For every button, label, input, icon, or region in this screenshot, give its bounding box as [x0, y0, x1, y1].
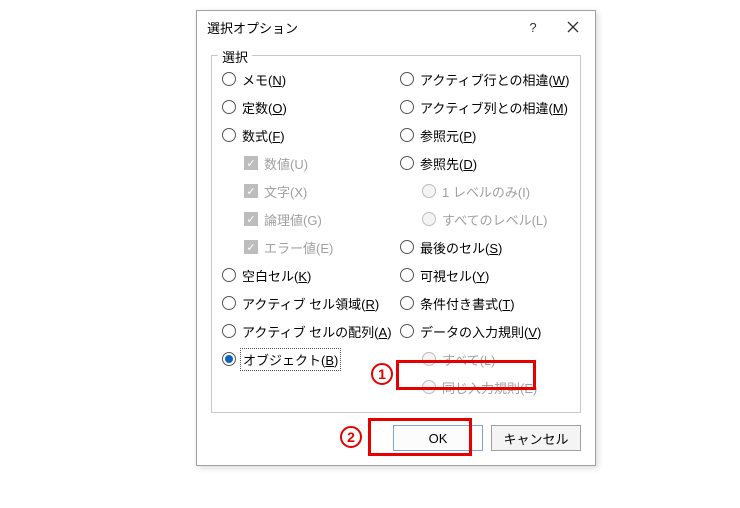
option-label: アクティブ行との相違(W): [420, 70, 569, 89]
options-left-column: メモ(N) 定数(O) 数式(F) ✓ 数値(U) ✓ 文字(X) ✓ 論理値(G) ✓ エラー値(…: [218, 66, 396, 400]
close-button[interactable]: [553, 12, 593, 42]
option-label: オブジェクト(B): [242, 350, 339, 369]
option-label: 最後のセル(S): [420, 238, 502, 257]
radio-icon: [222, 296, 236, 310]
radio-icon: [400, 72, 414, 86]
help-button[interactable]: ?: [513, 12, 553, 42]
option-right-3[interactable]: 参照先(D): [396, 150, 574, 176]
option-right-1[interactable]: アクティブ列との相違(M): [396, 94, 574, 120]
option-right-9[interactable]: データの入力規則(V): [396, 318, 574, 344]
dialog-title: 選択オプション: [207, 18, 513, 37]
option-left-4: ✓ 文字(X): [218, 178, 396, 204]
option-left-9[interactable]: アクティブ セルの配列(A): [218, 318, 396, 344]
radio-icon: [400, 296, 414, 310]
radio-icon: [222, 128, 236, 142]
radio-icon: [222, 324, 236, 338]
option-label: エラー値(E): [264, 238, 333, 257]
option-label: 可視セル(Y): [420, 266, 489, 285]
checkbox-icon: ✓: [244, 240, 258, 254]
radio-icon: [400, 128, 414, 142]
option-right-5: すべてのレベル(L): [396, 206, 574, 232]
option-label: 参照先(D): [420, 154, 477, 173]
radio-icon: [222, 268, 236, 282]
group-legend: 選択: [218, 47, 252, 66]
select-group: 選択 メモ(N)定数(O)数式(F)✓数値(U)✓文字(X)✓論理値(G)✓エラ…: [211, 55, 581, 413]
option-label: すべてのレベル(L): [442, 210, 547, 229]
option-label: 数式(F): [242, 126, 285, 145]
radio-icon: [422, 212, 436, 226]
option-label: アクティブ列との相違(M): [420, 98, 568, 117]
options-right-column: アクティブ行との相違(W) アクティブ列との相違(M) 参照元(P) 参照先(D) 1 …: [396, 66, 574, 400]
option-label: 数値(U): [264, 154, 308, 173]
option-right-4: 1 レベルのみ(I): [396, 178, 574, 204]
option-label: 参照元(P): [420, 126, 476, 145]
option-right-0[interactable]: アクティブ行との相違(W): [396, 66, 574, 92]
option-right-6[interactable]: 最後のセル(S): [396, 234, 574, 260]
option-label: 1 レベルのみ(I): [442, 182, 530, 201]
option-label: アクティブ セルの配列(A): [242, 322, 392, 341]
radio-icon: [400, 240, 414, 254]
option-right-11: 同じ入力規則(E): [396, 374, 574, 400]
option-left-7[interactable]: 空白セル(K): [218, 262, 396, 288]
radio-icon: [422, 380, 436, 394]
radio-icon: [222, 352, 236, 366]
cancel-button[interactable]: キャンセル: [491, 425, 581, 451]
checkbox-icon: ✓: [244, 156, 258, 170]
option-label: メモ(N): [242, 70, 286, 89]
option-label: 空白セル(K): [242, 266, 311, 285]
radio-icon: [222, 100, 236, 114]
radio-icon: [400, 268, 414, 282]
option-label: 論理値(G): [264, 210, 322, 229]
close-icon: [567, 21, 579, 33]
option-label: データの入力規則(V): [420, 322, 541, 341]
ok-button[interactable]: OK: [393, 425, 483, 451]
option-left-10[interactable]: オブジェクト(B): [218, 346, 396, 372]
option-left-0[interactable]: メモ(N): [218, 66, 396, 92]
option-right-2[interactable]: 参照元(P): [396, 122, 574, 148]
option-label: 文字(X): [264, 182, 307, 201]
option-left-6: ✓ エラー値(E): [218, 234, 396, 260]
radio-icon: [400, 100, 414, 114]
checkbox-icon: ✓: [244, 212, 258, 226]
option-right-10: すべて(L): [396, 346, 574, 372]
titlebar: 選択オプション ?: [197, 11, 595, 43]
radio-icon: [222, 72, 236, 86]
option-label: 同じ入力規則(E): [442, 378, 537, 397]
option-label: 定数(O): [242, 98, 287, 117]
checkbox-icon: ✓: [244, 184, 258, 198]
select-options-dialog: 選択オプション ? 選択 メモ(N) 定数(O) 数式(F) ✓ 数値(U) ✓ 文字(X)…: [196, 10, 596, 466]
option-right-7[interactable]: 可視セル(Y): [396, 262, 574, 288]
option-left-8[interactable]: アクティブ セル領域(R): [218, 290, 396, 316]
dialog-buttons: OK キャンセル: [211, 425, 581, 451]
radio-icon: [422, 184, 436, 198]
option-left-1[interactable]: 定数(O): [218, 94, 396, 120]
radio-icon: [400, 156, 414, 170]
option-label: 条件付き書式(T): [420, 294, 515, 313]
option-right-8[interactable]: 条件付き書式(T): [396, 290, 574, 316]
option-label: アクティブ セル領域(R): [242, 294, 379, 313]
dialog-content: 選択 メモ(N) 定数(O) 数式(F) ✓ 数値(U) ✓ 文字(X) ✓ 論理値(G) ✓ エラ…: [197, 43, 595, 465]
radio-icon: [422, 352, 436, 366]
radio-icon: [400, 324, 414, 338]
option-left-5: ✓ 論理値(G): [218, 206, 396, 232]
option-left-2[interactable]: 数式(F): [218, 122, 396, 148]
option-label: すべて(L): [442, 350, 495, 369]
option-left-3: ✓ 数値(U): [218, 150, 396, 176]
